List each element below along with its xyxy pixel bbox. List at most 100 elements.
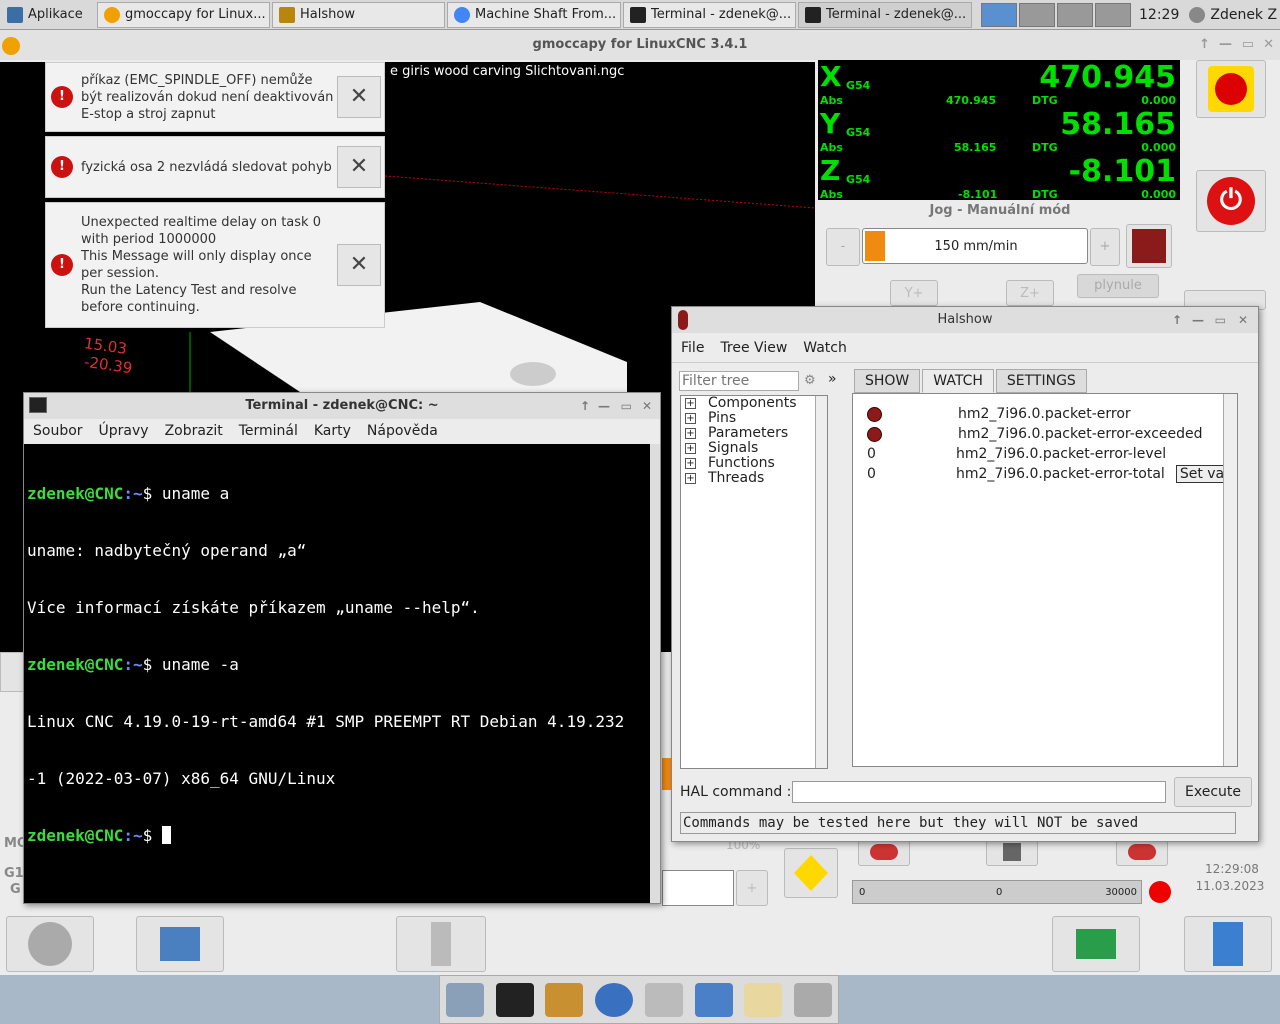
feed-override-plus[interactable]: +: [736, 870, 768, 906]
menu-file[interactable]: File: [681, 340, 704, 356]
estop-button[interactable]: [1196, 60, 1266, 118]
fullscreen-button[interactable]: [1052, 916, 1140, 972]
spindle-ccw-button[interactable]: [858, 838, 910, 866]
workspace-4[interactable]: [1095, 2, 1131, 27]
jog-arrows-icon: [28, 922, 72, 966]
close-icon[interactable]: ✕: [642, 393, 652, 419]
terminal-scrollbar[interactable]: [650, 444, 660, 903]
maximize-icon[interactable]: ▭: [621, 393, 632, 419]
task-terminal-1[interactable]: Terminal - zdenek@...: [623, 1, 796, 28]
applications-menu[interactable]: Aplikace: [1, 1, 95, 28]
jog-speed-slider[interactable]: 150 mm/min: [862, 228, 1088, 264]
text-editor-icon[interactable]: [744, 982, 783, 1017]
terminal-launcher-icon[interactable]: [495, 982, 534, 1017]
workspace-switcher[interactable]: [981, 2, 1133, 27]
mdi-mode-button[interactable]: [136, 916, 224, 972]
task-terminal-2[interactable]: Terminal - zdenek@...: [798, 1, 972, 28]
menu-upravy[interactable]: Úpravy: [99, 423, 149, 439]
notification-3-close-button[interactable]: ✕: [337, 244, 381, 286]
spindle-cw-button[interactable]: [1116, 838, 1168, 866]
close-icon[interactable]: ✕: [1238, 307, 1248, 333]
menu-watch[interactable]: Watch: [803, 340, 847, 356]
execute-button[interactable]: Execute: [1174, 777, 1252, 807]
jog-y-plus[interactable]: Y+: [890, 280, 938, 306]
terminal-output[interactable]: zdenek@CNC:~$ uname a uname: nadbytečný …: [24, 444, 650, 903]
tree-components[interactable]: + Components: [681, 396, 827, 411]
search-icon[interactable]: [644, 982, 683, 1017]
menu-napoveda[interactable]: Nápověda: [367, 423, 438, 439]
expand-button[interactable]: »: [828, 371, 837, 387]
exit-button[interactable]: [1184, 916, 1272, 972]
tree-scrollbar[interactable]: [815, 396, 827, 768]
tree-threads[interactable]: + Threads: [681, 471, 827, 486]
user-menu[interactable]: Zdenek Z: [1210, 7, 1277, 23]
minimize-icon[interactable]: —: [1192, 307, 1204, 333]
minimize-icon[interactable]: —: [1219, 30, 1232, 60]
minimize-icon[interactable]: —: [598, 393, 610, 419]
machine-power-button[interactable]: ⏻: [1196, 170, 1266, 232]
maximize-icon[interactable]: ▭: [1242, 30, 1254, 60]
jog-continuous-button[interactable]: plynule: [1077, 274, 1159, 298]
tree-signals[interactable]: + Signals: [681, 441, 827, 456]
menu-tree-view[interactable]: Tree View: [720, 340, 787, 356]
file-cabinet-icon[interactable]: [545, 982, 584, 1017]
hal-status-text: Commands may be tested here but they wil…: [680, 812, 1236, 834]
tab-settings[interactable]: SETTINGS: [995, 369, 1087, 393]
tree-parameters[interactable]: + Parameters: [681, 426, 827, 441]
tab-watch[interactable]: WATCH: [922, 369, 994, 393]
menu-terminal[interactable]: Terminál: [239, 423, 298, 439]
date-label: 11.03.2023: [1195, 879, 1265, 893]
spindle-stop-button[interactable]: [986, 838, 1038, 866]
notification-2-close-button[interactable]: ✕: [337, 146, 381, 188]
close-icon[interactable]: ✕: [1263, 30, 1274, 60]
window-up-icon[interactable]: ↑: [580, 393, 590, 419]
chrome-icon: [454, 6, 470, 23]
manual-mode-button[interactable]: [6, 916, 94, 972]
watch-led: [867, 406, 882, 422]
tree-functions[interactable]: + Functions: [681, 456, 827, 471]
hal-tree[interactable]: + Components + Pins + Parameters + Signals +…: [680, 395, 828, 769]
halshow-app-icon: [678, 310, 688, 330]
watch-row: hm2_7i96.0.packet-error: [853, 404, 1237, 424]
jog-z-plus[interactable]: Z+: [1006, 280, 1054, 306]
turtle-rabbit-button[interactable]: [1126, 224, 1172, 268]
tree-pins[interactable]: + Pins: [681, 411, 827, 426]
jog-speed-plus[interactable]: +: [1090, 228, 1120, 266]
coolant-button[interactable]: [784, 848, 838, 898]
watch-scrollbar[interactable]: [1223, 394, 1237, 766]
dro-panel[interactable]: X G54 470.945 Abs 470.945 DTG 0.000 Y G5…: [818, 60, 1180, 201]
task-browser[interactable]: Machine Shaft From...: [447, 1, 621, 28]
screenshot-icon[interactable]: [794, 982, 833, 1017]
terminal-titlebar[interactable]: Terminal - zdenek@CNC: ~ ↑ — ▭ ✕: [24, 393, 660, 419]
menu-zobrazit[interactable]: Zobrazit: [165, 423, 223, 439]
workspace-3[interactable]: [1057, 2, 1093, 27]
workspace-2[interactable]: [1019, 2, 1055, 27]
window-up-icon[interactable]: ↑: [1172, 307, 1182, 333]
clock[interactable]: 12:29: [1139, 7, 1179, 23]
notification-2-text: fyzická osa 2 nezvládá sledovat pohyb: [81, 159, 332, 175]
gmoccapy-logo-icon: [2, 37, 20, 55]
web-browser-icon[interactable]: [595, 982, 634, 1017]
rabbit-icon: [1132, 229, 1166, 263]
filter-clear-icon[interactable]: ⚙: [804, 373, 816, 388]
folder-icon[interactable]: [694, 982, 733, 1017]
tool-button[interactable]: [396, 916, 486, 972]
maximize-icon[interactable]: ▭: [1215, 307, 1226, 333]
notification-1-close-button[interactable]: ✕: [337, 76, 381, 118]
watch-list[interactable]: hm2_7i96.0.packet-error hm2_7i96.0.packe…: [852, 393, 1238, 767]
hal-command-input[interactable]: [792, 781, 1166, 803]
jog-speed-minus[interactable]: -: [826, 228, 860, 266]
workspace-1[interactable]: [981, 2, 1017, 27]
window-up-icon[interactable]: ↑: [1199, 30, 1210, 60]
hal-command-label: HAL command :: [680, 784, 792, 800]
menu-soubor[interactable]: Soubor: [33, 423, 83, 439]
task-halshow[interactable]: Halshow: [272, 1, 445, 28]
task-gmoccapy[interactable]: gmoccapy for Linux...: [97, 1, 270, 28]
show-desktop-icon[interactable]: [445, 982, 484, 1017]
halshow-titlebar[interactable]: Halshow ↑ — ▭ ✕: [672, 307, 1258, 333]
filter-tree-input[interactable]: [679, 371, 799, 391]
tab-show[interactable]: SHOW: [854, 369, 921, 393]
menu-karty[interactable]: Karty: [314, 423, 351, 439]
side-tool-button[interactable]: [0, 652, 24, 692]
feed-override-slider[interactable]: [662, 870, 734, 906]
